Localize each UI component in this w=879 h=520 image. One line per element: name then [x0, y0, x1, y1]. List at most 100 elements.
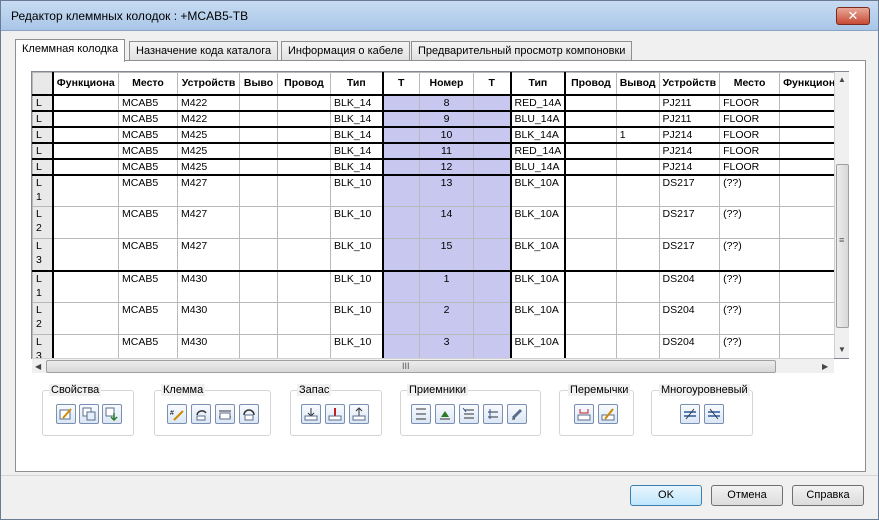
table-cell[interactable]: FLOOR: [719, 142, 781, 160]
table-cell[interactable]: BLK_10A: [510, 302, 567, 335]
table-cell[interactable]: PJ211: [658, 94, 721, 112]
multilevel-edit-icon[interactable]: [704, 404, 724, 424]
table-cell[interactable]: (??): [719, 302, 781, 335]
table-cell[interactable]: [473, 142, 512, 160]
table-row[interactable]: L MCAB5 M422 BLK_14 8 RED_14A PJ211 FLOOR: [32, 94, 846, 112]
column-header[interactable]: Т: [473, 72, 512, 96]
table-cell[interactable]: [615, 174, 660, 207]
table-cell[interactable]: M425: [177, 126, 240, 144]
row-level-cell[interactable]: L: [32, 142, 54, 160]
rotate-terminal-icon[interactable]: [191, 404, 211, 424]
table-cell[interactable]: [381, 142, 420, 160]
table-cell[interactable]: [52, 206, 119, 239]
row-level-cell[interactable]: L 1: [32, 174, 54, 207]
row-level-cell[interactable]: L: [32, 126, 54, 144]
tab-layout-preview[interactable]: Предварительный просмотр компоновки: [411, 41, 633, 61]
table-cell[interactable]: MCAB5: [118, 302, 178, 335]
table-cell[interactable]: BLK_10: [330, 238, 384, 272]
table-cell[interactable]: [473, 302, 512, 335]
table-cell[interactable]: BLK_14: [330, 110, 384, 128]
table-cell[interactable]: BLK_14A: [510, 126, 567, 144]
cancel-button[interactable]: Отмена: [711, 485, 783, 506]
table-cell[interactable]: 10: [419, 126, 474, 144]
table-cell[interactable]: [564, 142, 617, 160]
table-cell[interactable]: BLK_10A: [510, 334, 567, 358]
table-cell[interactable]: [473, 270, 512, 303]
table-cell[interactable]: [52, 238, 119, 272]
table-cell[interactable]: DS204: [658, 334, 721, 358]
table-cell[interactable]: [564, 206, 617, 239]
renumber-terminal-icon[interactable]: [239, 404, 259, 424]
table-cell[interactable]: M425: [177, 158, 240, 176]
multilevel-add-icon[interactable]: [680, 404, 700, 424]
table-cell[interactable]: M430: [177, 270, 240, 303]
table-cell[interactable]: [564, 110, 617, 128]
table-cell[interactable]: [615, 238, 660, 272]
tab-cable-info[interactable]: Информация о кабеле: [281, 41, 411, 61]
table-cell[interactable]: [564, 302, 617, 335]
table-cell[interactable]: (??): [719, 174, 781, 207]
append-spare-icon[interactable]: [349, 404, 369, 424]
table-cell[interactable]: (??): [719, 270, 781, 303]
table-cell[interactable]: MCAB5: [118, 94, 178, 112]
column-header[interactable]: Провод: [277, 72, 331, 96]
receiver-swap-icon[interactable]: [459, 404, 479, 424]
table-cell[interactable]: BLK_14: [330, 126, 384, 144]
table-cell[interactable]: [473, 206, 512, 239]
table-cell[interactable]: [239, 126, 278, 144]
row-level-cell[interactable]: L 2: [32, 206, 54, 239]
column-header[interactable]: Тип: [510, 72, 567, 96]
scroll-down-icon[interactable]: ▼: [838, 345, 846, 354]
edit-terminal-icon[interactable]: #: [167, 404, 187, 424]
table-cell[interactable]: MCAB5: [118, 126, 178, 144]
table-cell[interactable]: BLU_14A: [510, 110, 567, 128]
table-cell[interactable]: [564, 158, 617, 176]
table-cell[interactable]: RED_14A: [510, 94, 567, 112]
table-cell[interactable]: PJ214: [658, 158, 721, 176]
scroll-up-icon[interactable]: ▲: [838, 75, 846, 84]
column-header[interactable]: Устройств: [658, 72, 721, 96]
table-cell[interactable]: [277, 174, 331, 207]
table-cell[interactable]: MCAB5: [118, 110, 178, 128]
table-cell[interactable]: [277, 206, 331, 239]
table-cell[interactable]: [473, 110, 512, 128]
table-cell[interactable]: [52, 334, 119, 358]
table-cell[interactable]: [52, 126, 119, 144]
terminal-grid[interactable]: Функциона Место Устройств Выво Провод Тип Т Ном…: [31, 71, 849, 359]
table-cell[interactable]: [52, 174, 119, 207]
table-cell[interactable]: [52, 94, 119, 112]
table-cell[interactable]: BLK_10A: [510, 206, 567, 239]
column-header[interactable]: Тип: [330, 72, 384, 96]
table-cell[interactable]: [381, 158, 420, 176]
table-cell[interactable]: [381, 238, 420, 272]
insert-spare-icon[interactable]: [301, 404, 321, 424]
table-cell[interactable]: BLK_14: [330, 94, 384, 112]
table-cell[interactable]: [277, 334, 331, 358]
table-cell[interactable]: MCAB5: [118, 270, 178, 303]
column-header[interactable]: Выво: [239, 72, 278, 96]
column-header[interactable]: Место: [719, 72, 781, 96]
table-cell[interactable]: [564, 94, 617, 112]
row-level-cell[interactable]: L: [32, 158, 54, 176]
table-cell[interactable]: [52, 142, 119, 160]
table-cell[interactable]: FLOOR: [719, 110, 781, 128]
title-bar[interactable]: Редактор клеммных колодок : +MCAB5-TB ✕: [1, 1, 878, 31]
column-header[interactable]: Устройств: [177, 72, 240, 96]
table-cell[interactable]: MCAB5: [118, 174, 178, 207]
table-cell[interactable]: [381, 94, 420, 112]
table-cell[interactable]: [277, 302, 331, 335]
table-cell[interactable]: BLK_14: [330, 142, 384, 160]
column-header[interactable]: Т: [381, 72, 420, 96]
table-cell[interactable]: [239, 174, 278, 207]
table-cell[interactable]: [239, 334, 278, 358]
column-header[interactable]: Функциона: [52, 72, 119, 96]
column-header[interactable]: Место: [118, 72, 178, 96]
table-cell[interactable]: FLOOR: [719, 94, 781, 112]
table-cell[interactable]: [381, 206, 420, 239]
table-cell[interactable]: M427: [177, 206, 240, 239]
table-row[interactable]: L 3 MCAB5 M427 BLK_10 15 BLK_10A DS217 (??): [32, 238, 846, 272]
column-header[interactable]: [32, 72, 54, 96]
table-cell[interactable]: RED_14A: [510, 142, 567, 160]
table-row[interactable]: L 1 MCAB5 M430 BLK_10 1 BLK_10A DS204 (??): [32, 270, 846, 303]
table-cell[interactable]: [381, 126, 420, 144]
